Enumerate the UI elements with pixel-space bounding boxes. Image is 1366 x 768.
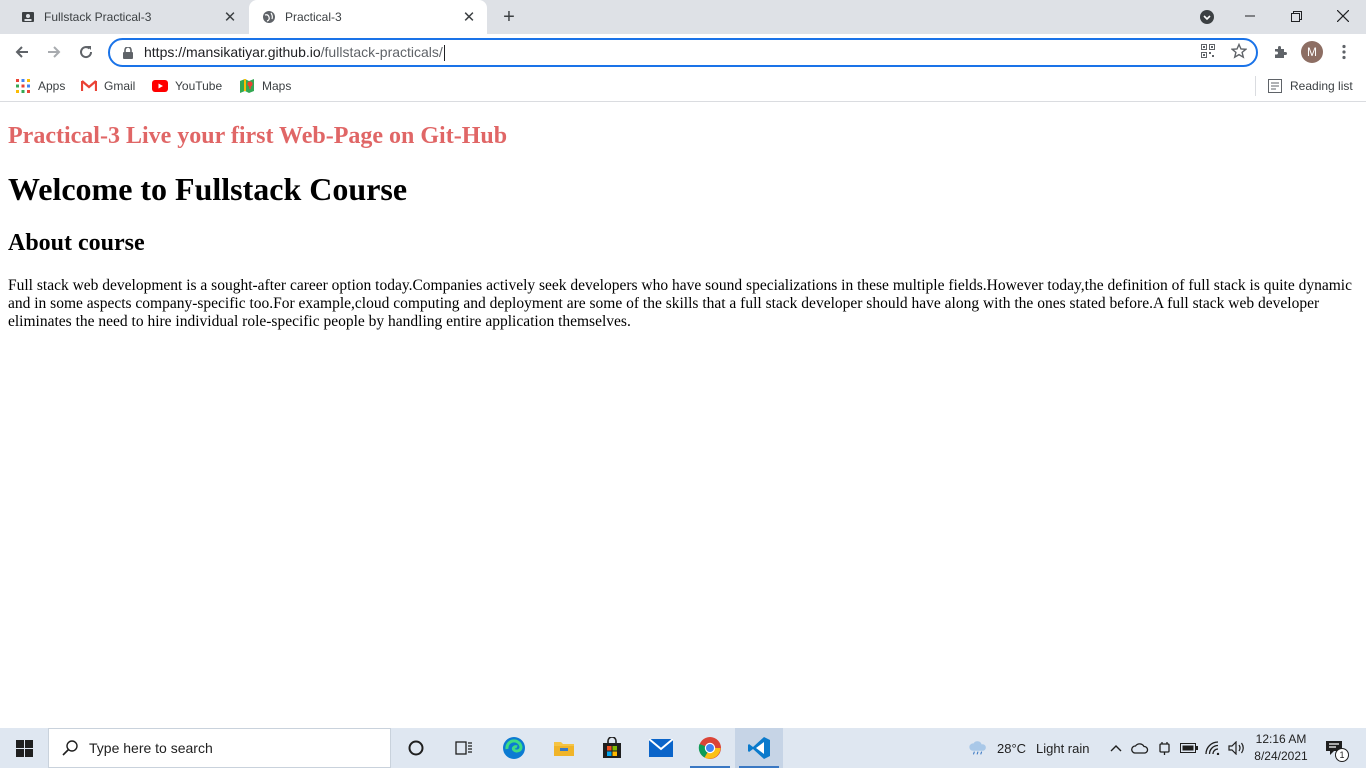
tab-title: Fullstack Practical-3 (44, 10, 152, 24)
restore-button[interactable] (1273, 0, 1319, 32)
task-view-icon (455, 741, 472, 755)
bookmarks-bar: Apps Gmail YouTube Maps Reading list (0, 70, 1366, 102)
onedrive-cloud-icon[interactable] (1130, 738, 1150, 758)
chrome-taskbar-button[interactable] (686, 728, 734, 768)
edge-taskbar-button[interactable] (490, 728, 538, 768)
clock-date: 8/24/2021 (1254, 749, 1308, 763)
close-tab-icon[interactable]: ✕ (220, 7, 240, 27)
bookmarks-separator (1255, 76, 1256, 96)
windows-logo-icon (15, 739, 33, 757)
gmail-icon (81, 78, 97, 94)
tab-strip: Fullstack Practical-3 ✕ Practical-3 ✕ + (0, 0, 1366, 34)
reload-button[interactable] (72, 38, 100, 66)
practical-heading: Practical-3 Live your first Web-Page on … (8, 123, 508, 149)
wifi-icon[interactable] (1203, 738, 1223, 758)
reading-list-label: Reading list (1290, 79, 1353, 93)
windows-taskbar: Type here to search 28°C Light rain 12:1… (0, 728, 1366, 768)
store-bag-icon (603, 737, 621, 758)
profile-avatar[interactable]: M (1301, 41, 1323, 63)
folder-icon (554, 742, 574, 756)
taskbar-search-box[interactable]: Type here to search (48, 728, 391, 768)
start-button[interactable] (0, 728, 48, 768)
mail-button[interactable] (637, 728, 685, 768)
bookmark-maps[interactable]: Maps (239, 76, 291, 96)
maps-icon (239, 78, 255, 94)
search-icon (61, 739, 79, 757)
apps-grid-icon (15, 78, 31, 94)
bookmark-label: Gmail (104, 79, 136, 93)
notification-count-badge: 1 (1335, 748, 1349, 762)
globe-icon (261, 9, 277, 25)
vscode-icon (748, 737, 770, 759)
edge-icon (503, 737, 525, 759)
new-tab-button[interactable]: + (497, 6, 521, 28)
bookmark-gmail[interactable]: Gmail (81, 76, 135, 96)
bookmark-apps[interactable]: Apps (15, 76, 65, 96)
qr-code-icon[interactable] (1197, 40, 1219, 62)
action-center-button[interactable]: 1 (1318, 734, 1350, 762)
web-page-content: Practical-3 Live your first Web-Page on … (0, 103, 1366, 728)
file-explorer-button[interactable] (540, 728, 588, 768)
tab-search-button[interactable] (1197, 8, 1217, 26)
classroom-icon (20, 9, 36, 25)
youtube-icon (152, 78, 168, 94)
welcome-heading: Welcome to Fullstack Course (8, 171, 408, 207)
lock-icon[interactable] (120, 45, 136, 61)
tab-fullstack-practical-3[interactable]: Fullstack Practical-3 ✕ (8, 0, 248, 34)
show-hidden-icons-chevron-up-icon[interactable] (1106, 738, 1126, 758)
reading-list-icon (1267, 78, 1283, 94)
browser-toolbar: https://mansikatiyar.github.io/fullstack… (0, 34, 1366, 70)
extensions-icon[interactable] (1266, 38, 1294, 66)
close-tab-icon[interactable]: ✕ (459, 7, 479, 27)
vscode-taskbar-button[interactable] (735, 728, 783, 768)
search-placeholder: Type here to search (89, 740, 213, 756)
bookmark-label: Apps (38, 79, 66, 93)
forward-button[interactable] (40, 38, 68, 66)
cortana-icon (408, 740, 424, 756)
minimize-button[interactable] (1227, 0, 1273, 32)
tab-practical-3[interactable]: Practical-3 ✕ (249, 0, 487, 34)
speaker-volume-icon[interactable] (1227, 738, 1247, 758)
bookmark-label: YouTube (175, 79, 223, 93)
chrome-icon (698, 737, 721, 759)
about-heading: About course (8, 230, 145, 256)
address-bar[interactable]: https://mansikatiyar.github.io/fullstack… (108, 38, 1258, 67)
bookmark-star-icon[interactable] (1228, 40, 1250, 62)
more-menu-icon[interactable] (1330, 38, 1358, 66)
cortana-button[interactable] (392, 728, 440, 768)
clock-time: 12:16 AM (1255, 732, 1307, 746)
url-text[interactable]: https://mansikatiyar.github.io/fullstack… (144, 44, 445, 62)
reading-list-button[interactable]: Reading list (1267, 76, 1353, 96)
tab-title: Practical-3 (285, 10, 342, 24)
task-view-button[interactable] (440, 728, 488, 768)
weather-description[interactable]: Light rain (1036, 728, 1089, 768)
store-button[interactable] (588, 728, 636, 768)
bookmark-youtube[interactable]: YouTube (152, 76, 222, 96)
system-clock[interactable]: 12:16 AM 8/24/2021 (1248, 731, 1314, 765)
back-button[interactable] (8, 38, 36, 66)
weather-temperature[interactable]: 28°C (997, 728, 1026, 768)
meet-now-icon[interactable] (1155, 738, 1175, 758)
bookmark-label: Maps (262, 79, 292, 93)
close-window-button[interactable] (1320, 0, 1366, 32)
weather-rain-icon[interactable] (968, 738, 988, 758)
battery-icon[interactable] (1179, 738, 1199, 758)
mail-icon (649, 739, 673, 757)
course-description: Full stack web development is a sought-a… (8, 277, 1352, 330)
